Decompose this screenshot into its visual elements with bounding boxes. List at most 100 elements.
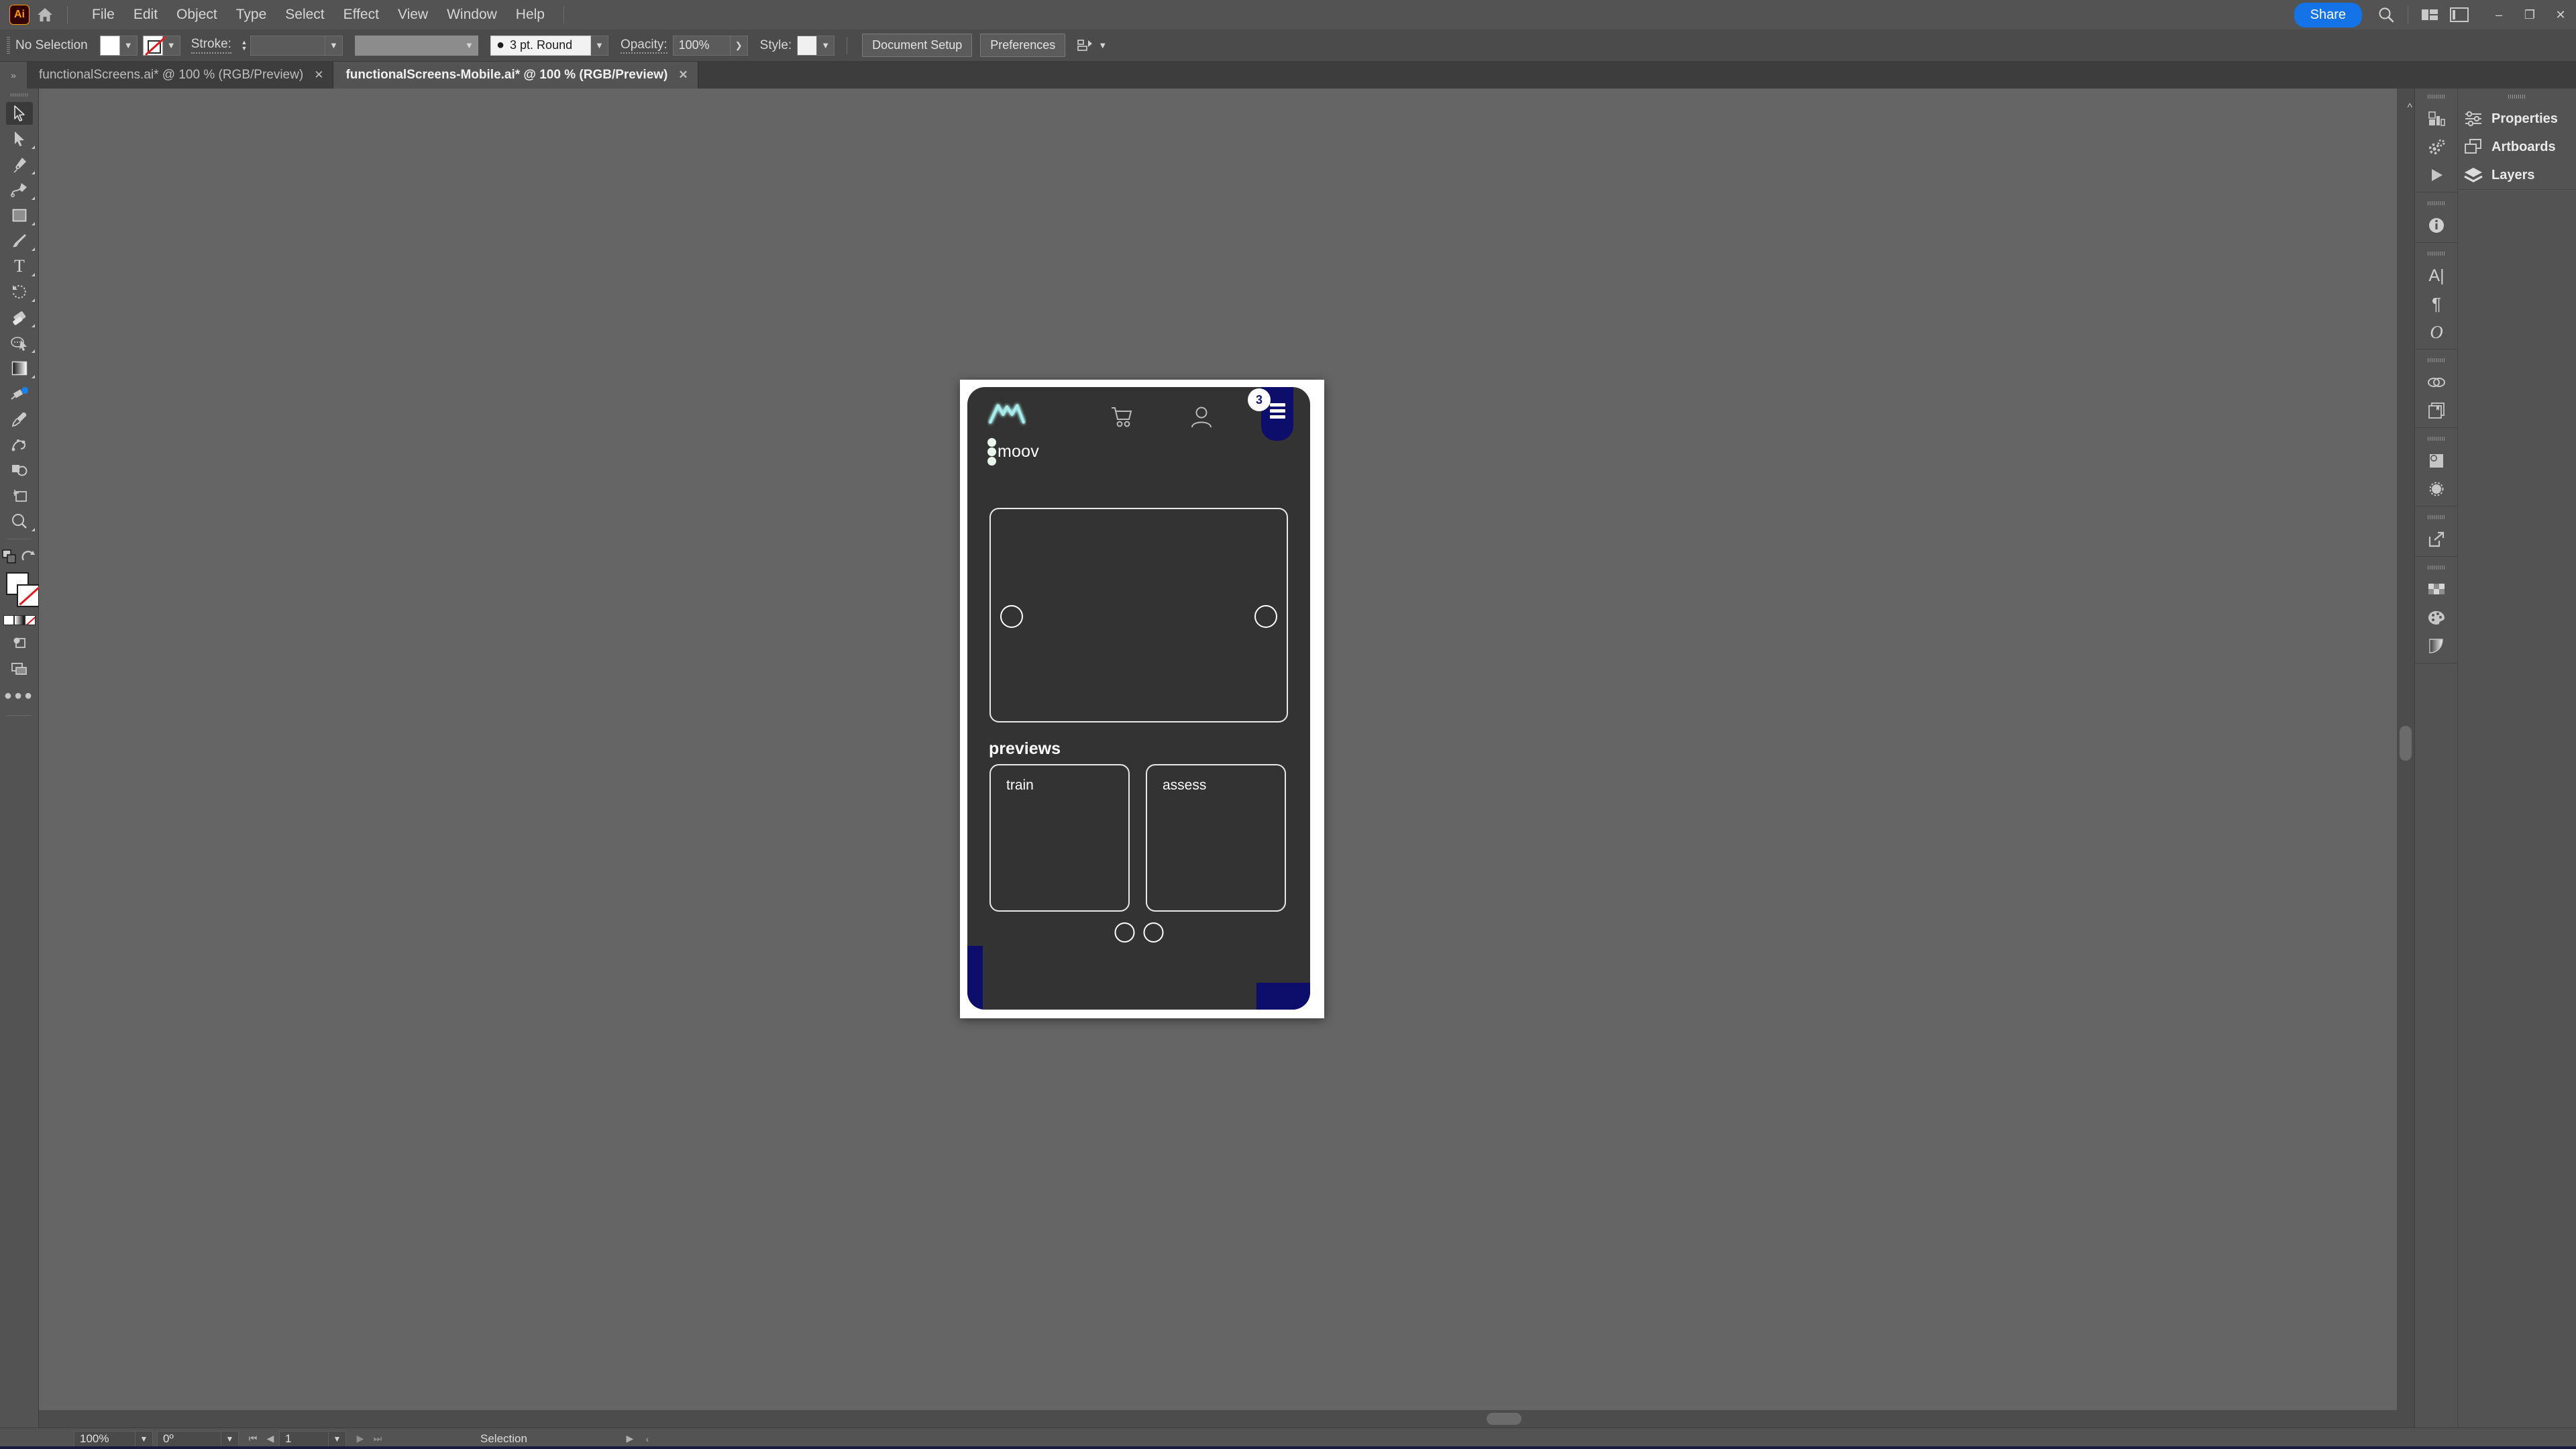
home-button[interactable] [30, 0, 60, 30]
none-swatch-icon[interactable] [24, 615, 36, 625]
swap-fill-stroke-icon[interactable] [1, 549, 18, 564]
artboard[interactable]: 3 moov previews train assess [960, 380, 1324, 1018]
canvas-vertical-scrollbar[interactable] [2397, 89, 2414, 1428]
minimize-button[interactable]: – [2483, 0, 2514, 30]
close-button[interactable]: ✕ [2545, 0, 2576, 30]
graphic-style-swatch[interactable] [797, 35, 818, 56]
pen-tool[interactable] [0, 152, 39, 177]
panel-layers[interactable]: Layers [2458, 161, 2576, 189]
horizontal-scrollbar-thumb[interactable] [1487, 1413, 1521, 1425]
tools-panel-grip[interactable] [0, 89, 38, 101]
arrange-documents-button[interactable] [2415, 0, 2445, 30]
artboard-tool[interactable] [0, 483, 39, 508]
type-tool[interactable]: T [0, 254, 39, 279]
opacity-flyout-icon[interactable]: ❯ [730, 35, 748, 56]
maximize-button[interactable]: ❐ [2514, 0, 2545, 30]
document-tab-1-close-icon[interactable]: ✕ [314, 68, 323, 82]
brush-definition-field[interactable]: ● 3 pt. Round [490, 35, 591, 56]
zoom-tool[interactable] [0, 508, 39, 534]
dock-group-grip-5[interactable] [2415, 431, 2457, 447]
stroke-weight-chevron-icon[interactable]: ▼ [325, 35, 343, 56]
panel-properties[interactable]: Properties [2458, 105, 2576, 133]
gear-settings-button[interactable] [2415, 133, 2458, 161]
dock-group-grip-6[interactable] [2415, 509, 2457, 525]
appearance-panel-button[interactable] [2415, 447, 2458, 475]
drawing-modes-button[interactable] [0, 631, 39, 656]
info-panel-button[interactable] [2415, 211, 2458, 239]
rotate-tool[interactable] [0, 279, 39, 305]
graphic-style-chevron-icon[interactable]: ▼ [817, 35, 835, 56]
last-artboard-icon[interactable]: ⏭ [369, 1431, 386, 1447]
dock-group-grip-7[interactable] [2415, 559, 2457, 576]
free-transform-tool[interactable] [0, 381, 39, 407]
menu-type[interactable]: Type [227, 3, 276, 27]
menu-object[interactable]: Object [167, 3, 227, 27]
dock-rail-grip[interactable] [2415, 89, 2457, 105]
canvas-area[interactable]: 3 moov previews train assess [39, 89, 2414, 1428]
rotation-chevron-icon[interactable]: ▼ [221, 1430, 239, 1447]
menu-view[interactable]: View [388, 3, 437, 27]
artboard-number-field[interactable]: 1 [279, 1430, 329, 1447]
panel-collapse-chevron-icon[interactable]: ^ [2407, 102, 2412, 114]
gradient-swatch-icon[interactable] [13, 615, 25, 625]
next-artboard-icon[interactable]: ▶ [352, 1431, 369, 1447]
menu-window[interactable]: Window [437, 3, 506, 27]
panel-group-grip[interactable] [2458, 89, 2576, 105]
puppet-warp-tool[interactable] [0, 432, 39, 458]
color-panel-button[interactable] [2415, 604, 2458, 632]
eraser-tool[interactable] [0, 305, 39, 330]
document-tab-1[interactable]: functionalScreens.ai* @ 100 % (RGB/Previ… [27, 62, 334, 89]
paintbrush-tool[interactable] [0, 228, 39, 254]
character-panel-button[interactable]: A| [2415, 262, 2458, 290]
opentype-panel-button[interactable]: O [2415, 318, 2458, 346]
carousel-dot-2[interactable] [1143, 922, 1163, 943]
stroke-weight-input[interactable] [250, 35, 325, 56]
vertical-scrollbar-thumb[interactable] [2400, 726, 2412, 761]
first-artboard-icon[interactable]: ⏮ [244, 1431, 262, 1447]
carousel-next-ring[interactable] [1254, 605, 1277, 628]
preview-card-assess[interactable]: assess [1146, 764, 1286, 912]
toolbar-stroke-swatch[interactable] [17, 584, 42, 607]
prev-artboard-icon[interactable]: ◀ [262, 1431, 279, 1447]
zoom-level-chevron-icon[interactable]: ▼ [136, 1430, 153, 1447]
preferences-button[interactable]: Preferences [980, 34, 1066, 57]
user-account-icon[interactable] [1190, 406, 1213, 429]
menu-select[interactable]: Select [276, 3, 333, 27]
menu-help[interactable]: Help [506, 3, 554, 27]
edit-toolbar-ellipsis-icon[interactable]: ●●● [0, 682, 38, 710]
graph-tool-button[interactable] [2415, 105, 2458, 133]
rectangle-tool[interactable] [0, 203, 39, 228]
document-tab-2[interactable]: functionalScreens-Mobile.ai* @ 100 % (RG… [333, 62, 698, 89]
brush-definition-chevron-icon[interactable]: ▼ [590, 35, 608, 56]
document-tab-2-close-icon[interactable]: ✕ [678, 68, 688, 82]
hamburger-menu-button[interactable]: 3 [1248, 387, 1293, 441]
export-panel-button[interactable] [2415, 525, 2458, 553]
share-button[interactable]: Share [2294, 2, 2362, 28]
document-setup-button[interactable]: Document Setup [862, 34, 973, 57]
screen-mode-button[interactable] [0, 656, 39, 682]
hero-card[interactable] [989, 508, 1288, 722]
shaper-tool[interactable] [0, 458, 39, 483]
tab-overflow-chevrons-icon[interactable]: » [0, 62, 27, 89]
dock-group-grip-4[interactable] [2415, 352, 2457, 368]
play-action-button[interactable] [2415, 161, 2458, 189]
search-button[interactable] [2371, 0, 2401, 30]
eyedropper-tool[interactable] [0, 407, 39, 432]
reset-fill-stroke-icon[interactable] [21, 549, 37, 564]
links-panel-button[interactable] [2415, 368, 2458, 396]
carousel-prev-ring[interactable] [1000, 605, 1023, 628]
control-bar-grip[interactable] [7, 36, 10, 54]
align-chevron-down-icon[interactable]: ▼ [1098, 40, 1107, 50]
libraries-panel-button[interactable] [2415, 396, 2458, 425]
dock-group-grip-2[interactable] [2415, 195, 2457, 211]
variable-width-profile[interactable] [354, 35, 461, 56]
color-swatch-icon[interactable] [3, 615, 14, 625]
stroke-weight-stepper[interactable]: ▲ ▼ [238, 36, 250, 56]
opacity-input[interactable]: 100% [672, 35, 731, 56]
zoom-level-field[interactable]: 100% [74, 1430, 136, 1447]
preview-card-train[interactable]: train [989, 764, 1130, 912]
menu-edit[interactable]: Edit [124, 3, 167, 27]
transparency-panel-button[interactable] [2415, 475, 2458, 503]
stroke-swatch[interactable] [142, 35, 163, 56]
fill-dropdown-chevron-icon[interactable]: ▼ [119, 35, 138, 56]
